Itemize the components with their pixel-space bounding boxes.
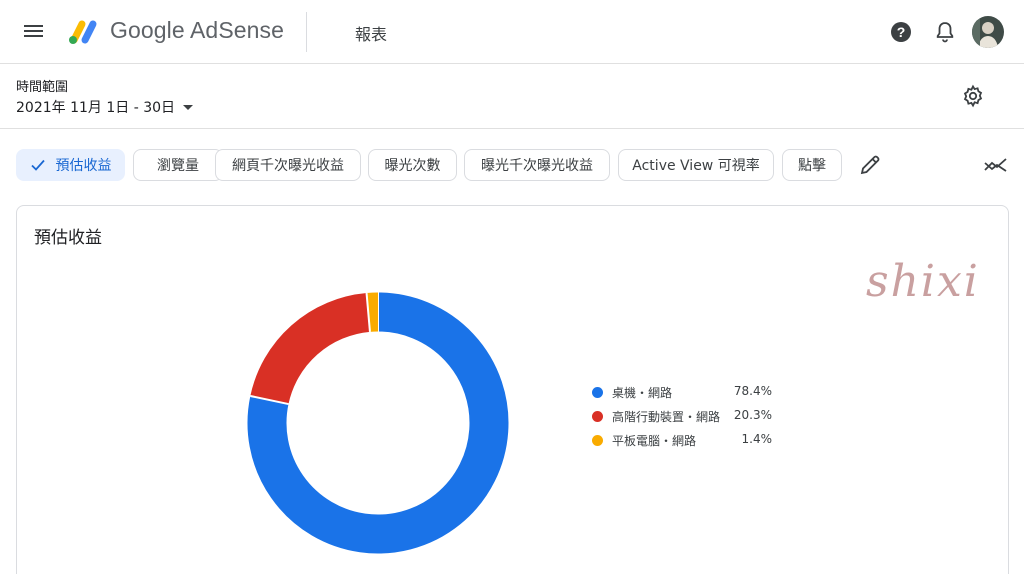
header-divider [306, 12, 307, 52]
svg-text:?: ? [897, 24, 906, 40]
date-range-bar: 時間範圍 2021年 11月 1日 - 30日 [0, 64, 1024, 129]
legend-value: 20.3% [733, 408, 772, 422]
help-icon[interactable]: ? [889, 20, 913, 44]
chip-label: 曝光千次曝光收益 [481, 158, 593, 174]
avatar[interactable] [972, 16, 1004, 48]
legend-label: 桌機・網路 [612, 386, 673, 400]
date-range-dropdown[interactable]: 2021年 11月 1日 - 30日 [16, 97, 194, 117]
legend-swatch [592, 435, 603, 446]
top-app-bar: Google AdSense 報表 ? [0, 0, 1024, 64]
legend-item[interactable]: 桌機・網路 78.4% [592, 382, 782, 406]
legend-swatch [592, 387, 603, 398]
donut-slice-1[interactable] [250, 293, 371, 405]
chip-label: 瀏覽量 [157, 158, 199, 174]
menu-icon[interactable] [22, 22, 46, 42]
earnings-card: 預估收益 桌機・網路 78.4% 高階行動裝置・網路 20.3% 平板電腦・網路 1.4% [16, 205, 1009, 574]
chip-active-view-viewable[interactable]: Active View 可視率 [618, 149, 774, 181]
page-title: 報表 [355, 25, 388, 44]
chip-page-rpm[interactable]: 網頁千次曝光收益 [215, 149, 361, 181]
donut-chart [247, 292, 509, 554]
date-range-value: 2021年 11月 1日 - 30日 [16, 100, 176, 116]
brand-name: Google AdSense [110, 17, 285, 43]
chip-label: 網頁千次曝光收益 [232, 158, 344, 174]
legend-swatch [592, 411, 603, 422]
chip-label: 點擊 [798, 158, 826, 174]
chevron-down-icon [183, 104, 194, 110]
card-title: 預估收益 [34, 228, 102, 248]
date-range-label: 時間範圍 [16, 80, 69, 95]
chip-label: 曝光次數 [384, 158, 441, 174]
check-icon [30, 159, 45, 171]
chip-clicks[interactable]: 點擊 [782, 149, 842, 181]
legend-value: 1.4% [741, 432, 773, 446]
bell-icon[interactable] [933, 20, 957, 44]
chip-impressions[interactable]: 曝光次數 [368, 149, 457, 181]
trend-compare-icon[interactable] [983, 153, 1009, 177]
gear-icon[interactable] [961, 84, 985, 108]
legend-label: 高階行動裝置・網路 [612, 410, 721, 424]
legend-item[interactable]: 高階行動裝置・網路 20.3% [592, 406, 782, 430]
pencil-icon[interactable] [858, 153, 882, 177]
chip-label: Active View 可視率 [632, 158, 760, 174]
chip-page-views[interactable]: 瀏覽量 [133, 149, 223, 181]
chart-legend: 桌機・網路 78.4% 高階行動裝置・網路 20.3% 平板電腦・網路 1.4% [592, 382, 782, 454]
chip-label: 預估收益 [55, 158, 112, 174]
legend-item[interactable]: 平板電腦・網路 1.4% [592, 430, 782, 454]
chip-impression-rpm[interactable]: 曝光千次曝光收益 [464, 149, 610, 181]
legend-value: 78.4% [733, 384, 772, 398]
chip-estimated-earnings[interactable]: 預估收益 [16, 149, 125, 181]
legend-label: 平板電腦・網路 [612, 434, 697, 448]
adsense-logo-icon [69, 20, 97, 44]
